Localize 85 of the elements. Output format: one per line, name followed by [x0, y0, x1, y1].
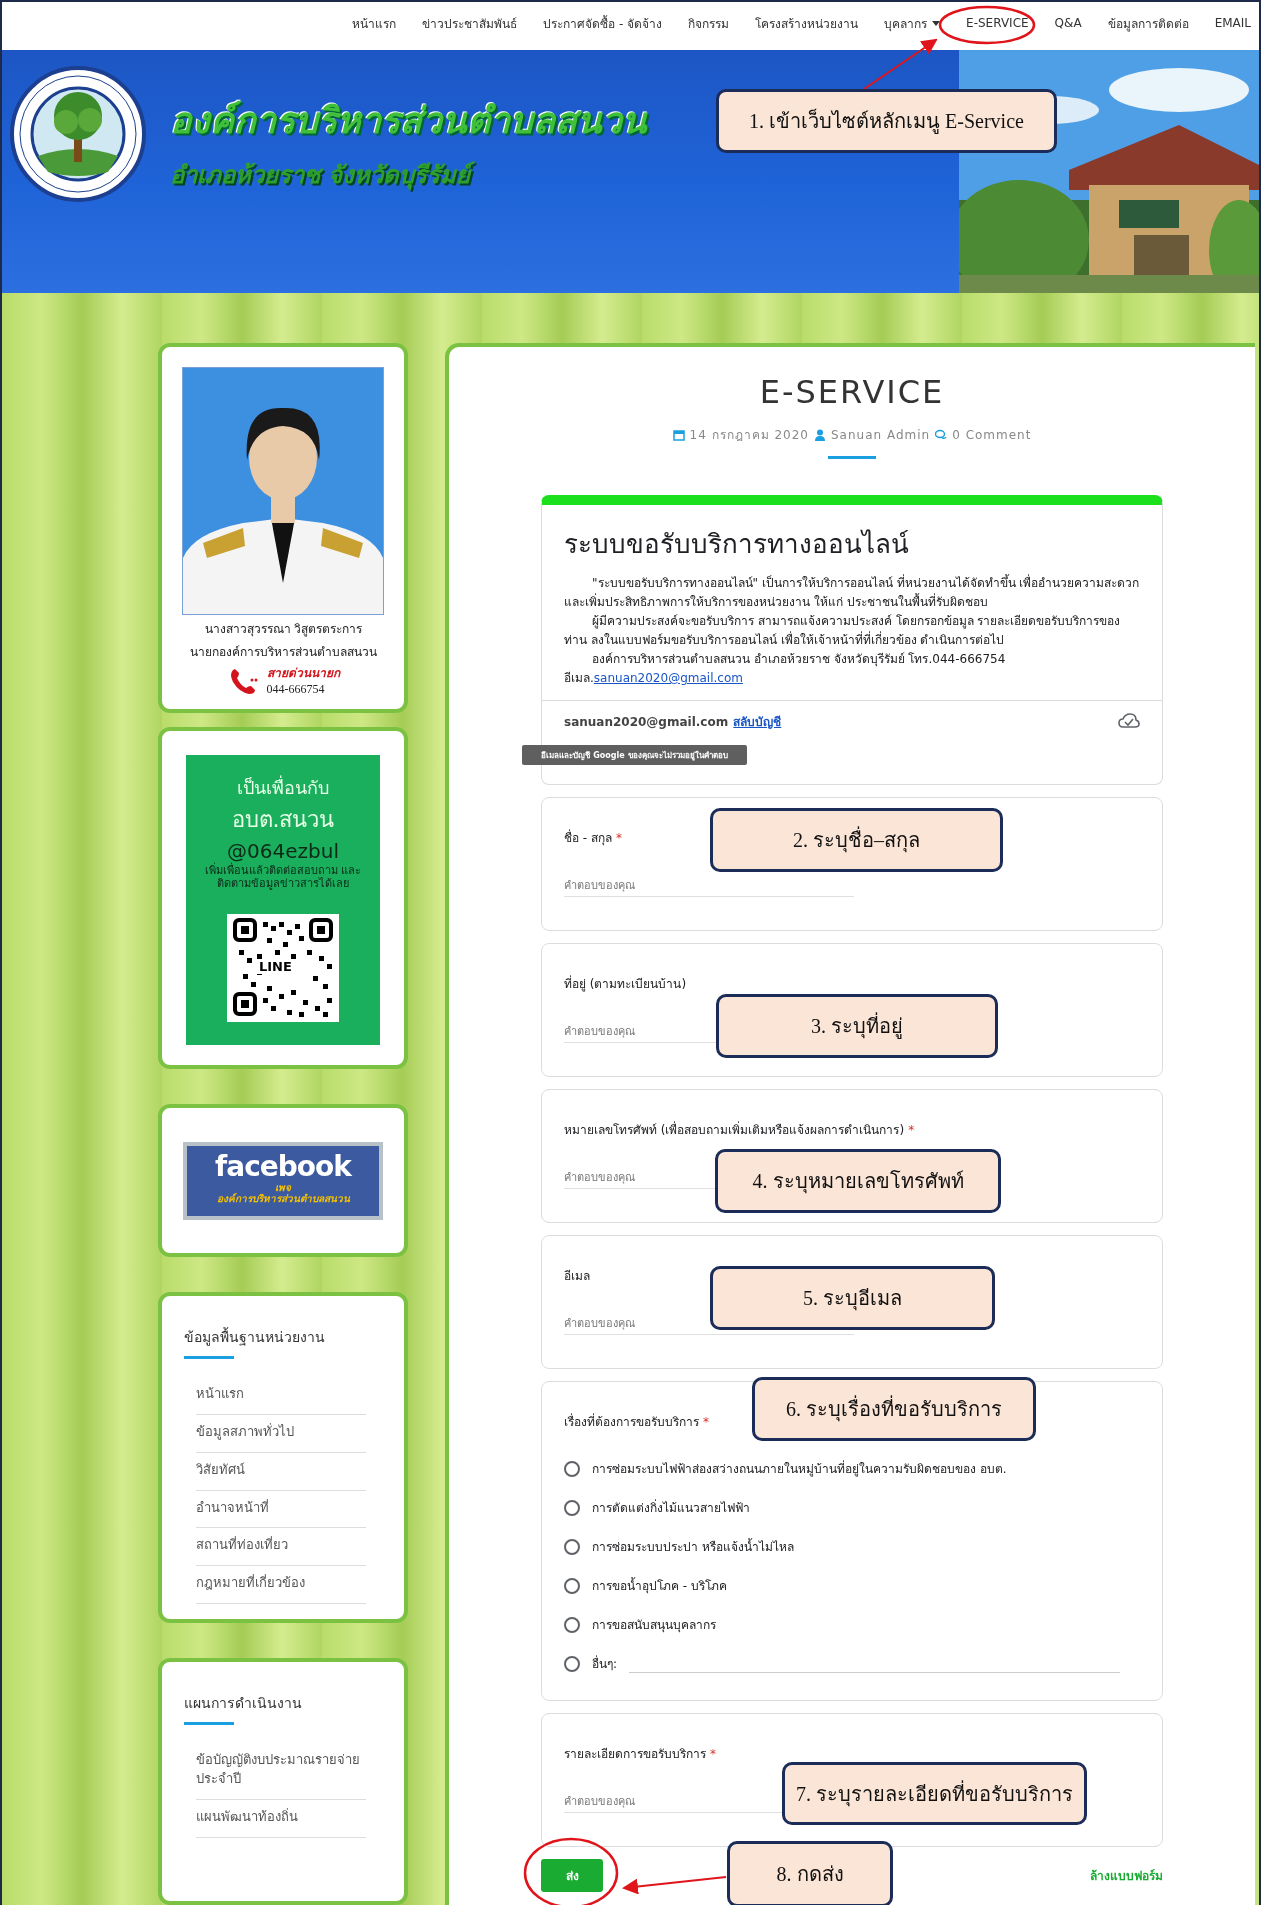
option-label: การขอน้ำอุปโภค - บริโภค — [592, 1576, 727, 1595]
radio-button[interactable] — [564, 1655, 580, 1672]
sidebar-link[interactable]: วิสัยทัศน์ — [196, 1452, 366, 1491]
person-position: นายกองค์การบริหารส่วนตำบลสนวน — [189, 644, 377, 661]
user-icon — [814, 428, 826, 441]
form-description: องค์การบริหารส่วนตำบลสนวน อำเภอห้วยราช จังหวัดบุรีรัมย์ โทร.044-666754 — [591, 651, 1007, 669]
nav-link[interactable]: Q&A — [1054, 16, 1082, 30]
sidebar-link[interactable]: กฎหมายที่เกี่ยวข้อง — [196, 1566, 366, 1605]
radio-button[interactable] — [564, 1616, 580, 1633]
hotline-number: 044-666754 — [266, 682, 326, 697]
comment-count[interactable]: 0 Comment — [952, 427, 1032, 442]
tooltip: อีเมลและบัญชี Google ของคุณจะไม่รวมอยู่ในคำตอบ — [522, 745, 747, 765]
banner-text: องค์การบริหารส่วนตำบลสนวน — [216, 1192, 350, 1204]
facebook-banner[interactable]: facebook เพจ องค์การบริหารส่วนตำบลสนวน — [183, 1141, 383, 1220]
radio-button[interactable] — [564, 1538, 580, 1555]
nav-link[interactable]: กิจกรรม — [688, 13, 730, 33]
hotline-label: สายด่วนนายก — [266, 665, 340, 682]
sidebar-link[interactable]: แผนพัฒนาท้องถิ่น — [196, 1800, 366, 1838]
question-label: อีเมล — [564, 1268, 591, 1285]
sidebar-link[interactable]: หน้าแรก — [196, 1377, 366, 1415]
option-label: การซ่อมระบบประปา หรือแจ้งน้ำไม่ไหล — [592, 1537, 794, 1556]
option-label: การซ่อมระบบไฟฟ้าส่องสว่างถนนภายในหมู่บ้านที่อยู่ในความรับผิดชอบของ อบต. — [592, 1459, 1007, 1478]
question-label: รายละเอียดการขอรับบริการ * — [564, 1746, 717, 1763]
sidebar-link[interactable]: ข้อมูลสภาพทั่วไป — [196, 1414, 366, 1453]
form-title: ระบบขอรับบริการทางออนไลน์ — [564, 528, 910, 561]
person-name: นางสาวสุวรรณา วิสูตรตระการ — [204, 621, 362, 638]
qr-label: LINE — [257, 959, 294, 975]
question-label: หมายเลขโทรศัพท์ (เพื่อสอบถามเพิ่มเติมหรือแจ้งผลการดำเนินการ) * — [564, 1120, 916, 1139]
required-mark: * — [615, 831, 622, 845]
nav-link[interactable]: EMAIL — [1214, 16, 1251, 30]
sidebar-link[interactable]: ข้อบัญญัติงบประมาณรายจ่ายประจำปี — [196, 1743, 366, 1800]
brand-text: facebook — [215, 1149, 351, 1183]
callout-box: 8. กดส่ง — [727, 1841, 893, 1905]
form-email-line: อีเมล.sanuan2020@gmail.com — [564, 670, 744, 687]
callout-box: 7. ระบุรายละเอียดที่ขอรับบริการ — [782, 1762, 1087, 1825]
section-title: ข้อมูลพื้นฐานหน่วยงาน — [184, 1326, 326, 1348]
site-title: องค์การบริหารส่วนตำบลสนวน — [170, 98, 647, 143]
nav-link[interactable]: บุคลากร — [884, 13, 941, 33]
required-mark: * — [703, 1415, 709, 1429]
callout-box: 2. ระบุชื่อ–สกุล — [710, 808, 1003, 872]
answer-field[interactable]: คำตอบของคุณ — [564, 1167, 699, 1188]
section-title: แผนการดำเนินงาน — [184, 1694, 303, 1714]
option-label: การตัดแต่งกิ่งไม้แนวสายไฟฟ้า — [592, 1498, 750, 1517]
answer-field[interactable]: คำตอบของคุณ — [564, 1791, 699, 1812]
post-title: E-SERVICE — [759, 373, 945, 411]
banner-text: อบต.สนวน — [231, 806, 335, 835]
radio-button[interactable] — [564, 1460, 580, 1477]
callout-box: 3. ระบุที่อยู่ — [716, 994, 998, 1058]
comments-icon — [935, 428, 948, 441]
nav-link[interactable]: ประกาศจัดซื้อ - จัดจ้าง — [543, 13, 663, 33]
sidebar-link[interactable]: สถานที่ท่องเที่ยว — [196, 1528, 366, 1567]
form-description: ผู้มีความประสงค์จะขอรับบริการ สามารถแจ้งความประสงค์ โดยกรอกข้อมูล รายละเอียดขอรับบริการของท่าน ลงในแบบฟอร์มขอรับบริการออนไลน์ เพื่อให้เจ้าหน้าที่ที่เกี่ยวข้อง ดำเนินการต่อไป — [564, 613, 1122, 649]
answer-field[interactable]: คำตอบของคุณ — [564, 875, 699, 896]
option-label: อื่นๆ: — [592, 1654, 618, 1673]
post-date: 14 กรกฎาคม 2020 — [689, 427, 809, 444]
callout-box: 5. ระบุอีเมล — [710, 1266, 995, 1330]
answer-field[interactable]: คำตอบของคุณ — [564, 1021, 699, 1042]
answer-field[interactable]: คำตอบของคุณ — [564, 1313, 699, 1334]
email-address-link[interactable]: sanuan2020@gmail.com — [593, 671, 743, 685]
nav-link[interactable]: E-SERVICE — [966, 16, 1029, 30]
line-banner[interactable]: เป็นเพื่อนกับ อบต.สนวน @064ezbul เพิ่มเพื่อนแล้วติดต่อสอบถาม และติดตามข้อมูลข่าวสารได้เลย LINE — [186, 755, 380, 1046]
nav-link[interactable]: ข้อมูลการติดต่อ — [1107, 13, 1189, 33]
account-email: sanuan2020@gmail.com — [564, 715, 729, 729]
switch-account-link[interactable]: สลับบัญชี — [733, 715, 782, 729]
nav-link[interactable]: ข่าวประชาสัมพันธ์ — [422, 13, 518, 33]
callout-box: 4. ระบุหมายเลขโทรศัพท์ — [715, 1149, 1001, 1213]
required-mark: * — [908, 1123, 915, 1137]
callout-box: 1. เข้าเว็บไซต์หลักเมนู E-Service — [716, 89, 1057, 153]
nav-link[interactable]: หน้าแรก — [352, 13, 397, 33]
required-mark: * — [710, 1747, 716, 1761]
post-author[interactable]: Sanuan Admin — [831, 427, 931, 442]
banner-text: เพจ — [275, 1182, 291, 1193]
question-label: ที่อยู่ (ตามทะเบียนบ้าน) — [564, 974, 688, 993]
option-label: การขอสนับสนุนบุคลากร — [592, 1617, 716, 1634]
form-description: "ระบบขอรับบริการทางออนไลน์" เป็นการให้บริการออนไลน์ ที่หน่วยงานได้จัดทำขึ้น เพื่ออำนวยความสะดวก และเพิ่มประสิทธิภาพการให้บริการของหน่วยงาน ให้แก่ ประชาชนในพื้นที่รับผิดชอบ — [564, 574, 1140, 611]
caret-icon — [932, 20, 941, 26]
cloud-check-icon — [1118, 713, 1140, 729]
radio-button[interactable] — [564, 1499, 580, 1516]
callout-box: 6. ระบุเรื่องที่ขอรับบริการ — [752, 1377, 1036, 1441]
banner-text: เป็นเพื่อนกับ — [237, 774, 329, 801]
line-id: @064ezbul — [227, 839, 339, 864]
radio-button[interactable] — [564, 1577, 580, 1594]
sidebar-link[interactable]: อำนาจหน้าที่ — [196, 1490, 366, 1529]
calendar-icon — [672, 428, 685, 441]
nav-link[interactable]: โครงสร้างหน่วยงาน — [755, 13, 859, 33]
